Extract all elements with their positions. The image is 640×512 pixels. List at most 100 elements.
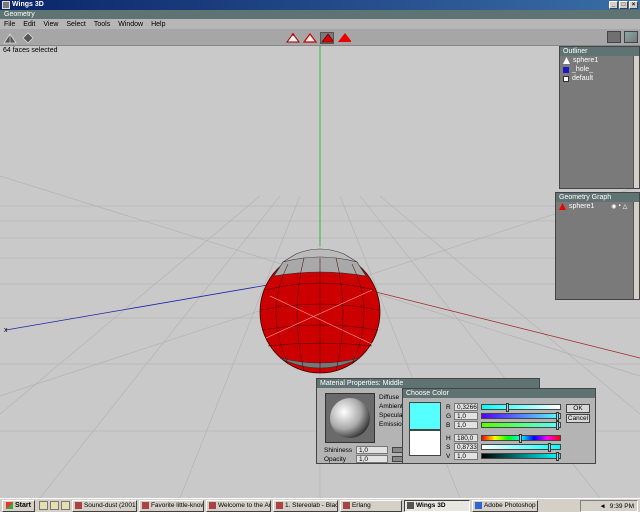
body-mode-button[interactable] [337,32,351,44]
opacity-label: Opacity [324,456,347,463]
outliner-item[interactable]: default [560,74,639,83]
outliner-item[interactable]: _hole_ [560,65,639,74]
v-field[interactable]: 1,0 [454,452,478,460]
h-field[interactable]: 180,0 [454,434,478,442]
start-button[interactable]: Start [2,499,35,512]
color-dialog-title[interactable]: Choose Color [403,389,595,398]
edge-triangle-icon [303,33,317,43]
g-field[interactable]: 1,0 [454,412,478,420]
windows-logo-icon [6,502,13,509]
vertex-triangle-icon [286,33,300,43]
g-slider[interactable] [481,412,561,421]
shininess-field[interactable]: 1,0 [356,446,388,454]
vertex-mode-button[interactable] [286,32,300,44]
ortho-view-button[interactable] [607,31,621,43]
shininess-label: Shininess [324,447,353,454]
wire-icon[interactable]: △ [623,203,628,210]
quicklaunch-browser-icon[interactable] [49,501,59,510]
view-mode-wire-button[interactable] [21,32,35,44]
geometry-graph-title[interactable]: Geometry Graph [556,193,639,202]
body-triangle-icon [338,33,351,42]
edge-mode-button[interactable] [303,32,317,44]
choose-color-dialog: Choose Color R 0,3266 G 1,0 B 1,0 H 180,… [402,388,596,464]
taskbar-item[interactable]: Favorite little-know... [138,499,204,512]
system-tray: ◄ 9:39 PM [580,500,638,512]
material-dialog-title[interactable]: Material Properties: Middle [317,379,539,388]
h-slider-thumb[interactable] [519,434,522,443]
old-color-swatch [409,430,441,456]
taskbar-item-label: Wings 3D [415,501,446,509]
v-slider[interactable] [481,452,561,461]
face-triangle-icon [321,33,333,43]
taskbar-item[interactable]: Erlang [339,499,402,512]
app-icon [406,502,414,509]
geometry-graph-item[interactable]: sphere1 ◉ ▪ △ [556,202,639,211]
taskbar-item[interactable]: Welcome to the Art ... [205,499,271,512]
blue-square-icon [563,66,569,73]
taskbar-item[interactable]: Adobe Photoshop [471,499,538,512]
g-slider-thumb[interactable] [556,412,559,421]
taskbar-item[interactable]: Sound-dust (2001) [71,499,137,512]
clock[interactable]: 9:39 PM [610,503,634,510]
h-slider[interactable] [481,434,561,443]
face-mode-button[interactable] [320,32,334,44]
cancel-button[interactable]: Cancel [566,414,590,423]
taskbar-item-label: Adobe Photoshop [483,501,536,509]
eye-icon[interactable]: ◉ [611,203,616,210]
view-mode-smooth-button[interactable] [3,32,17,44]
cube-icon [22,32,34,44]
quicklaunch-desktop-icon[interactable] [38,501,48,510]
perspective-view-button[interactable] [624,31,638,43]
outliner-panel: Outliner sphere1 _hole_ default [559,46,640,189]
s-slider[interactable] [481,443,561,452]
menu-window[interactable]: Window [118,21,143,28]
start-label: Start [15,502,31,509]
v-label: V [446,453,451,460]
app-icon [342,502,350,509]
geometry-graph-scrollbar[interactable] [633,202,639,299]
s-slider-thumb[interactable] [547,443,551,452]
triangle-icon [563,57,570,64]
outliner-item[interactable]: sphere1 [560,56,639,65]
ok-button[interactable]: OK [566,404,590,413]
outliner-title[interactable]: Outliner [560,47,639,56]
quicklaunch-folder-icon[interactable] [60,501,70,510]
taskbar-item[interactable]: 1. Stereolab - Black ... [272,499,338,512]
r-slider-thumb[interactable] [505,403,509,412]
taskbar-item-label: Sound-dust (2001) [83,501,137,509]
s-field[interactable]: 0,8733 [454,443,478,451]
menu-tools[interactable]: Tools [94,21,110,28]
outliner-scrollbar[interactable] [633,56,639,188]
b-slider[interactable] [481,421,561,430]
r-slider[interactable] [481,403,561,412]
close-button[interactable]: × [629,1,638,9]
menu-select[interactable]: Select [66,21,85,28]
menu-help[interactable]: Help [151,21,165,28]
maximize-button[interactable]: □ [619,1,628,9]
taskbar-item-label: Favorite little-know... [150,501,203,509]
outliner-item-label: _hole_ [572,66,594,73]
volume-icon[interactable]: ◄ [599,503,605,510]
r-field[interactable]: 0,3266 [454,403,478,411]
app-icon [275,502,283,509]
lock-icon[interactable]: ▪ [619,203,621,210]
taskbar-item-active[interactable]: Wings 3D [403,499,470,512]
menu-file[interactable]: File [4,21,15,28]
taskbar-item-label: Welcome to the Art ... [217,501,271,509]
app-icon [2,1,10,9]
sphere-model[interactable] [259,248,381,374]
geometry-window-header[interactable]: Geometry [0,10,640,19]
v-slider-thumb[interactable] [556,452,559,461]
outliner-item-label: sphere1 [573,57,599,64]
geometry-header-title: Geometry [4,11,35,18]
geometry-graph-item-label: sphere1 [569,203,595,210]
menu-view[interactable]: View [43,21,58,28]
b-slider-thumb[interactable] [556,421,559,430]
opacity-field[interactable]: 1,0 [356,455,388,463]
h-label: H [446,435,451,442]
taskbar-item-label: 1. Stereolab - Black ... [284,501,337,509]
minimize-button[interactable]: _ [609,1,618,9]
window-titlebar[interactable]: Wings 3D _ □ × [0,0,640,10]
b-field[interactable]: 1,0 [454,421,478,429]
menu-edit[interactable]: Edit [23,21,35,28]
